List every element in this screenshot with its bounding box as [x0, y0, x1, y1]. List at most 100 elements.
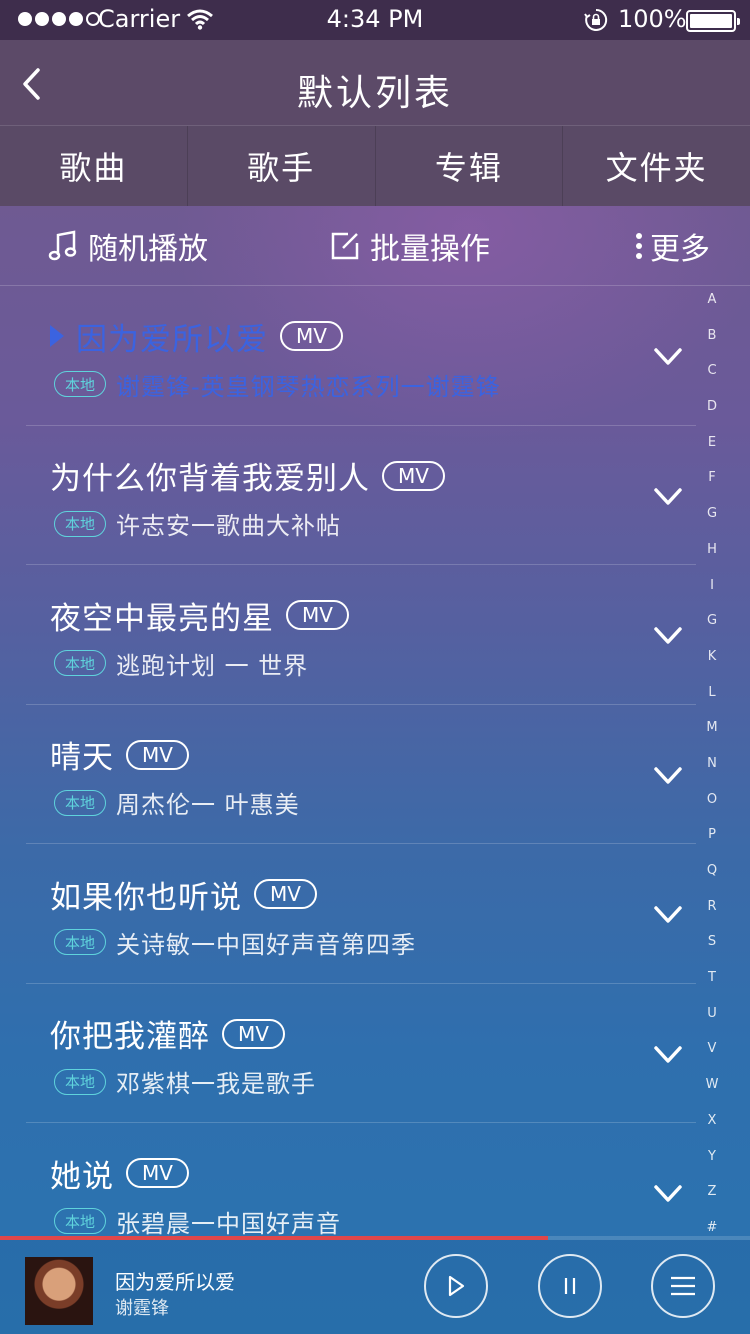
chevron-down-icon[interactable]: [653, 346, 683, 368]
local-badge: 本地: [54, 929, 107, 955]
song-title: 你把我灌醉: [50, 1019, 210, 1055]
more-button[interactable]: 更多: [634, 206, 710, 286]
batch-edit-label: 批量操作: [370, 232, 490, 267]
song-artist: 张碧晨一中国好声音: [116, 1209, 342, 1238]
song-item[interactable]: 夜空中最亮的星 MV 本地 逃跑计划 一 世界: [26, 565, 696, 705]
local-badge: 本地: [54, 1068, 107, 1095]
battery-percent: 100%: [618, 5, 687, 33]
index-letter[interactable]: G: [700, 613, 724, 649]
song-item[interactable]: 你把我灌醉 MV 本地 邓紫棋一我是歌手: [26, 984, 696, 1123]
song-item[interactable]: 为什么你背着我爱别人 MV 本地 许志安一歌曲大补帖: [26, 426, 696, 565]
song-item[interactable]: 如果你也听说 MV 本地 关诗敏一中国好声音第四季: [26, 844, 696, 984]
index-letter[interactable]: R: [700, 899, 724, 935]
index-letter[interactable]: H: [700, 542, 724, 578]
local-badge: 本地: [54, 789, 107, 816]
rotation-lock-icon: [584, 8, 608, 31]
more-vertical-icon: [636, 233, 642, 259]
song-item[interactable]: 晴天 MV 本地 周杰伦一 叶惠美: [26, 705, 696, 844]
index-letter[interactable]: I: [700, 578, 724, 614]
song-artist: 谢霆锋-英皇钢琴热恋系列一谢霆锋: [116, 372, 501, 401]
chevron-down-icon[interactable]: [653, 765, 683, 787]
shuffle-play-button[interactable]: 随机播放: [48, 206, 208, 286]
pause-icon: [564, 1278, 576, 1294]
index-letter[interactable]: G: [700, 506, 724, 542]
index-letter[interactable]: M: [700, 720, 724, 756]
song-title: 为什么你背着我爱别人: [50, 461, 370, 497]
song-title: 因为爱所以爱: [76, 321, 268, 358]
mv-badge[interactable]: MV: [126, 739, 189, 770]
index-letter[interactable]: N: [700, 756, 724, 792]
play-icon: [448, 1275, 465, 1297]
tab-albums[interactable]: 专辑: [376, 126, 564, 206]
local-badge: 本地: [54, 1208, 107, 1234]
mv-badge[interactable]: MV: [254, 879, 317, 909]
index-letter[interactable]: C: [700, 363, 724, 399]
local-badge: 本地: [54, 371, 107, 397]
index-letter[interactable]: F: [700, 470, 724, 506]
mv-badge[interactable]: MV: [222, 1018, 285, 1049]
index-letter[interactable]: S: [700, 934, 724, 970]
index-letter[interactable]: T: [700, 970, 724, 1006]
music-note-icon: [48, 230, 77, 261]
song-item[interactable]: 因为爱所以爱 MV 本地 谢霆锋-英皇钢琴热恋系列一谢霆锋: [26, 286, 696, 426]
index-letter[interactable]: V: [700, 1041, 724, 1077]
song-artist: 周杰伦一 叶惠美: [116, 791, 300, 819]
index-letter[interactable]: Y: [700, 1149, 724, 1185]
song-artist: 逃跑计划 一 世界: [116, 651, 309, 680]
mini-player: 因为爱所以爱 谢霆锋: [0, 1240, 750, 1334]
chevron-down-icon[interactable]: [653, 486, 683, 508]
edit-icon: [331, 232, 359, 260]
navigation-bar: 默认列表: [0, 40, 750, 126]
mv-badge[interactable]: MV: [280, 321, 343, 351]
song-list: 因为爱所以爱 MV 本地 谢霆锋-英皇钢琴热恋系列一谢霆锋 为什么你背着我爱别人…: [0, 286, 750, 1263]
song-artist: 邓紫棋一我是歌手: [116, 1070, 317, 1098]
index-letter[interactable]: X: [700, 1113, 724, 1149]
chevron-down-icon[interactable]: [653, 625, 683, 647]
chevron-down-icon[interactable]: [653, 1044, 683, 1066]
index-letter[interactable]: K: [700, 649, 724, 685]
now-playing-title: 因为爱所以爱: [115, 1270, 235, 1294]
song-title: 如果你也听说: [50, 879, 242, 916]
index-letter[interactable]: E: [700, 435, 724, 471]
local-badge: 本地: [54, 650, 107, 676]
index-letter[interactable]: O: [700, 792, 724, 828]
index-letter[interactable]: P: [700, 827, 724, 863]
more-label: 更多: [650, 232, 710, 267]
index-letter[interactable]: W: [700, 1077, 724, 1113]
tab-folders[interactable]: 文件夹: [563, 126, 750, 206]
index-letter[interactable]: L: [700, 685, 724, 721]
song-artist: 关诗敏一中国好声音第四季: [116, 930, 417, 959]
index-letter[interactable]: Z: [700, 1184, 724, 1220]
mv-badge[interactable]: MV: [382, 460, 445, 491]
index-letter[interactable]: A: [700, 292, 724, 328]
local-badge: 本地: [54, 510, 107, 537]
play-button[interactable]: [424, 1254, 488, 1318]
now-playing-icon: [50, 325, 64, 347]
playlist-button[interactable]: [651, 1254, 715, 1318]
category-tabs: 歌曲 歌手 专辑 文件夹: [0, 126, 750, 206]
battery-icon: [686, 10, 740, 32]
menu-icon: [671, 1276, 695, 1296]
index-letter[interactable]: Q: [700, 863, 724, 899]
mv-badge[interactable]: MV: [126, 1158, 189, 1188]
index-letter[interactable]: U: [700, 1006, 724, 1042]
pause-button[interactable]: [538, 1254, 602, 1318]
alphabet-index[interactable]: A B C D E F G H I G K L M N O P Q R S T U V W X Y Z #: [700, 292, 724, 1256]
shuffle-play-label: 随机播放: [88, 232, 208, 267]
tab-artists[interactable]: 歌手: [188, 126, 376, 206]
album-cover[interactable]: [25, 1257, 93, 1325]
index-letter[interactable]: D: [700, 399, 724, 435]
list-toolbar: 随机播放 批量操作 更多: [0, 206, 750, 286]
now-playing-artist: 谢霆锋: [115, 1298, 169, 1319]
batch-edit-button[interactable]: 批量操作: [330, 206, 490, 286]
chevron-down-icon[interactable]: [653, 904, 683, 926]
song-artist: 许志安一歌曲大补帖: [116, 512, 342, 540]
page-title: 默认列表: [296, 73, 453, 114]
chevron-down-icon[interactable]: [653, 1183, 683, 1205]
status-bar: Carrier 4:34 PM 100%: [0, 0, 750, 40]
index-letter[interactable]: B: [700, 328, 724, 364]
song-title: 夜空中最亮的星: [50, 600, 274, 637]
song-title: 她说: [50, 1158, 114, 1195]
mv-badge[interactable]: MV: [286, 600, 349, 630]
tab-songs[interactable]: 歌曲: [0, 126, 188, 206]
